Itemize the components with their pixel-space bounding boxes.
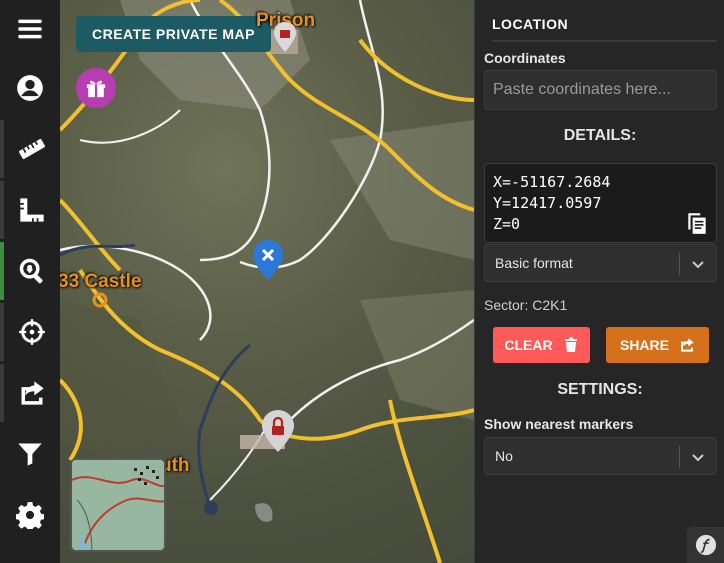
format-select-value: Basic format [495,255,573,271]
coord-x: X=-51167.2684 [493,173,611,191]
crosshairs-icon [19,319,45,345]
settings-heading: SETTINGS: [557,381,643,398]
nearest-markers-select[interactable]: No [484,437,717,475]
trash-icon [564,337,577,352]
minimap[interactable] [70,458,166,552]
app-window: CREATE PRIVATE MAP Prison 33 Castle uth [0,0,724,563]
minimap-image [72,460,164,550]
measure-area-button[interactable] [0,181,60,239]
panel-title: LOCATION [492,16,717,42]
castle-marker-icon[interactable] [92,292,108,308]
share-square-icon [681,338,694,352]
clear-button[interactable]: CLEAR [493,327,590,363]
symfony-icon [695,534,716,556]
select-divider [679,253,680,275]
map-label-castle: 33 Castle [60,271,142,292]
ruler-icon [18,138,46,160]
location-panel: LOCATION Coordinates Paste coordinates h… [474,0,724,563]
share-button[interactable]: SHARE [606,327,709,363]
coordinates-placeholder: Paste coordinates here... [493,81,671,98]
filter-button[interactable] [0,425,60,483]
chevron-down-icon [692,454,704,462]
menu-button[interactable] [0,0,60,58]
share-square-icon [21,381,44,405]
measure-button[interactable] [0,120,60,178]
account-button[interactable] [0,59,60,117]
left-toolbar [0,0,60,563]
selected-location-pin-icon[interactable] [253,240,283,280]
locked-marker-icon[interactable] [262,410,294,452]
clear-button-label: CLEAR [504,337,553,353]
target-button[interactable] [0,303,60,361]
nearest-markers-value: No [495,448,513,464]
prison-marker-icon[interactable] [274,22,296,52]
search-location-icon [19,258,43,284]
select-divider [679,446,680,468]
chevron-down-icon [692,261,704,269]
format-select[interactable]: Basic format [484,244,717,282]
cog-icon [16,502,44,529]
sector-text: Sector: C2K1 [484,297,568,313]
ruler-combined-icon [20,198,44,222]
coord-z: Z=0 [493,215,521,233]
details-box: X=-51167.2684 Y=12417.0597 Z=0 [484,163,717,243]
details-heading: DETAILS: [563,127,637,144]
coord-y: Y=12417.0597 [493,194,602,212]
filter-icon [18,443,42,466]
gift-button[interactable] [76,68,116,108]
share-button-label: SHARE [619,337,669,353]
coordinates-label: Coordinates [484,50,566,66]
nearest-markers-label: Show nearest markers [484,416,634,432]
coordinates-input[interactable]: Paste coordinates here... [484,70,717,110]
location-search-button[interactable] [0,242,60,300]
share-map-button[interactable] [0,364,60,422]
map-view[interactable]: CREATE PRIVATE MAP Prison 33 Castle uth [60,0,474,563]
gift-icon [86,80,106,98]
copy-icon[interactable] [684,210,710,236]
user-circle-icon [17,75,43,101]
create-private-map-button[interactable]: CREATE PRIVATE MAP [76,16,272,52]
settings-button[interactable] [0,486,60,544]
symfony-debug-button[interactable] [687,527,724,563]
menu-icon [18,19,42,39]
